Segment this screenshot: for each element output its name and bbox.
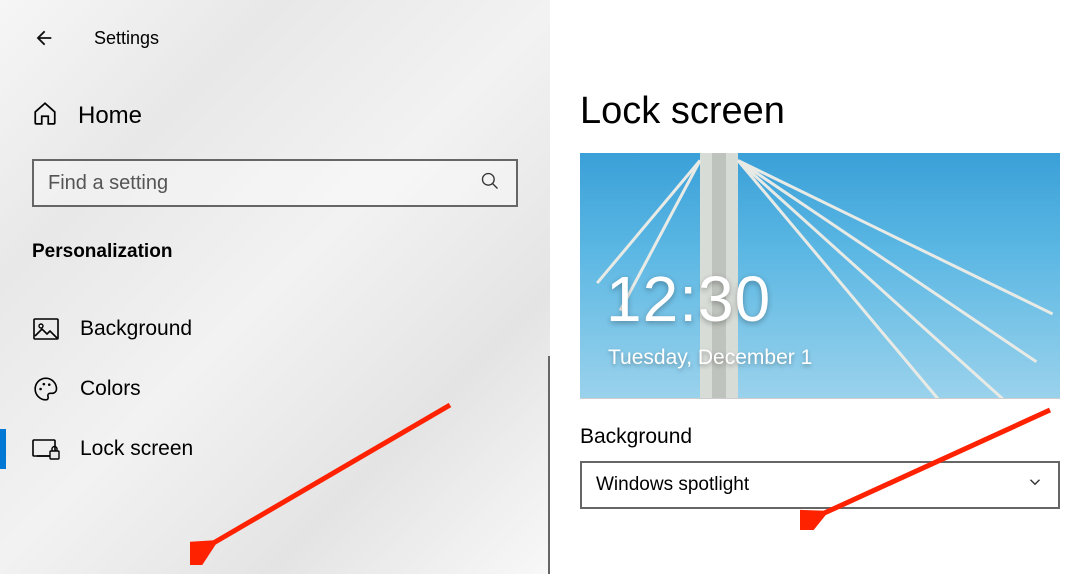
- sidebar-item-lock-screen[interactable]: Lock screen: [0, 419, 550, 479]
- back-button[interactable]: [24, 18, 64, 58]
- sidebar-header: Settings: [0, 0, 550, 58]
- sidebar-item-colors[interactable]: Colors: [0, 359, 550, 419]
- sidebar-item-label: Background: [80, 317, 192, 341]
- sidebar-nav-list: Background Colors Lock screen: [0, 299, 550, 479]
- background-dropdown-value: Windows spotlight: [596, 474, 749, 496]
- sidebar-item-label: Colors: [80, 377, 141, 401]
- background-dropdown[interactable]: Windows spotlight: [580, 461, 1060, 509]
- arrow-left-icon: [33, 27, 55, 49]
- home-icon: [32, 100, 58, 131]
- search-input[interactable]: [34, 172, 480, 195]
- palette-icon: [32, 375, 60, 403]
- picture-icon: [32, 315, 60, 343]
- background-section-label: Background: [580, 425, 1060, 449]
- preview-date: Tuesday, December 1: [608, 346, 812, 370]
- sidebar-item-background[interactable]: Background: [0, 299, 550, 359]
- chevron-down-icon: [1026, 473, 1044, 497]
- search-box[interactable]: [32, 159, 518, 207]
- main-panel: Lock screen 12:30 Tuesday, December 1 Ba…: [550, 0, 1080, 574]
- sidebar-item-label: Lock screen: [80, 437, 193, 461]
- home-label: Home: [78, 102, 142, 130]
- category-label: Personalization: [0, 241, 550, 263]
- search-icon: [480, 171, 516, 196]
- page-title: Lock screen: [580, 90, 1060, 133]
- preview-time: 12:30: [606, 262, 771, 336]
- home-nav[interactable]: Home: [0, 100, 550, 131]
- app-title: Settings: [94, 28, 159, 49]
- lock-screen-preview: 12:30 Tuesday, December 1: [580, 153, 1060, 399]
- settings-sidebar: Settings Home Personalization Background: [0, 0, 550, 574]
- lock-screen-icon: [32, 435, 60, 463]
